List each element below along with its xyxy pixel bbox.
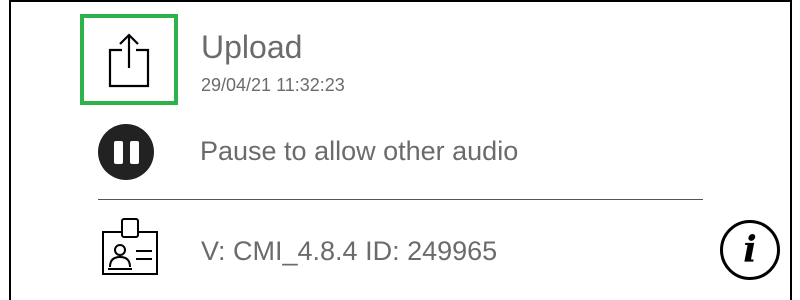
- divider: [98, 199, 703, 200]
- info-button[interactable]: i: [720, 220, 780, 280]
- upload-timestamp: 29/04/21 11:32:23: [201, 75, 345, 95]
- pause-icon: [113, 140, 123, 164]
- info-icon: i: [743, 229, 757, 271]
- pause-label: Pause to allow other audio: [200, 136, 519, 166]
- upload-title: Upload: [201, 29, 303, 65]
- pause-button[interactable]: [98, 124, 154, 180]
- share-upload-icon: [108, 32, 150, 87]
- pause-icon-bar: [129, 140, 139, 164]
- version-id-text: V: CMI_4.8.4 ID: 249965: [201, 236, 498, 266]
- id-badge-icon: [102, 218, 158, 275]
- upload-button[interactable]: [80, 14, 178, 105]
